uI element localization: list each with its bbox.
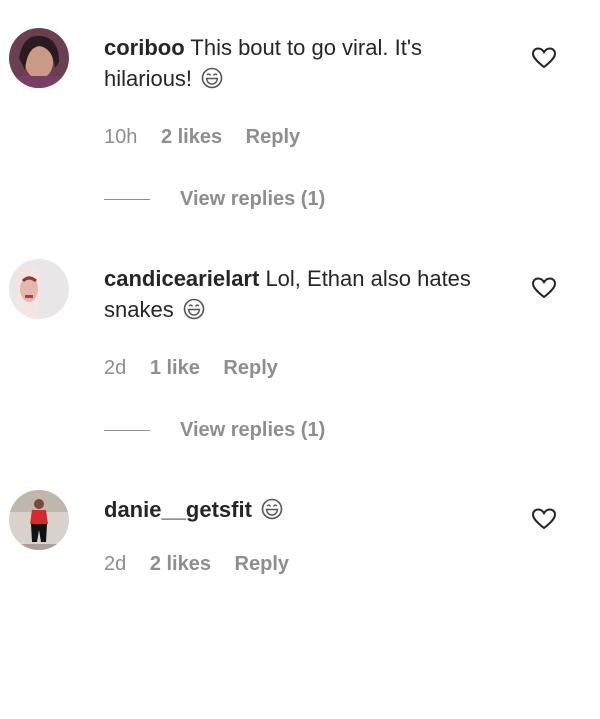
- comment-body: danie__getsfit: [104, 494, 514, 528]
- avatar[interactable]: [9, 28, 69, 88]
- laughing-emoji-icon: [201, 66, 223, 97]
- laughing-emoji-icon: [183, 297, 205, 328]
- like-heart-icon[interactable]: [531, 507, 557, 531]
- avatar[interactable]: [9, 259, 69, 319]
- comment-username[interactable]: candicearielart: [104, 266, 259, 291]
- comment-time: 2d: [104, 553, 127, 575]
- avatar[interactable]: [9, 490, 69, 550]
- reply-button[interactable]: Reply: [223, 357, 277, 379]
- comment-meta: 2d 1 like Reply: [104, 357, 296, 380]
- comment-username[interactable]: coriboo: [104, 35, 185, 60]
- comment-body: candicearielart Lol, Ethan also hates sn…: [104, 263, 514, 328]
- view-replies-button[interactable]: View replies (1): [104, 419, 325, 442]
- comment-time: 2d: [104, 357, 127, 379]
- divider-line: [104, 430, 150, 431]
- reply-button[interactable]: Reply: [235, 553, 289, 575]
- comment-likes[interactable]: 2 likes: [161, 126, 222, 148]
- like-heart-icon[interactable]: [531, 46, 557, 70]
- view-replies-label: View replies (1): [180, 419, 326, 441]
- comment-time: 10h: [104, 126, 138, 148]
- comment-username[interactable]: danie__getsfit: [104, 497, 252, 522]
- like-heart-icon[interactable]: [531, 276, 557, 300]
- view-replies-label: View replies (1): [180, 188, 326, 210]
- view-replies-button[interactable]: View replies (1): [104, 188, 325, 211]
- comment-body: coriboo This bout to go viral. It's hila…: [104, 32, 514, 97]
- comment-meta: 10h 2 likes Reply: [104, 126, 318, 149]
- comment-likes[interactable]: 1 like: [150, 357, 200, 379]
- reply-button[interactable]: Reply: [246, 126, 300, 148]
- comment-meta: 2d 2 likes Reply: [104, 553, 307, 576]
- comment-likes[interactable]: 2 likes: [150, 553, 211, 575]
- divider-line: [104, 199, 150, 200]
- laughing-emoji-icon: [261, 497, 283, 528]
